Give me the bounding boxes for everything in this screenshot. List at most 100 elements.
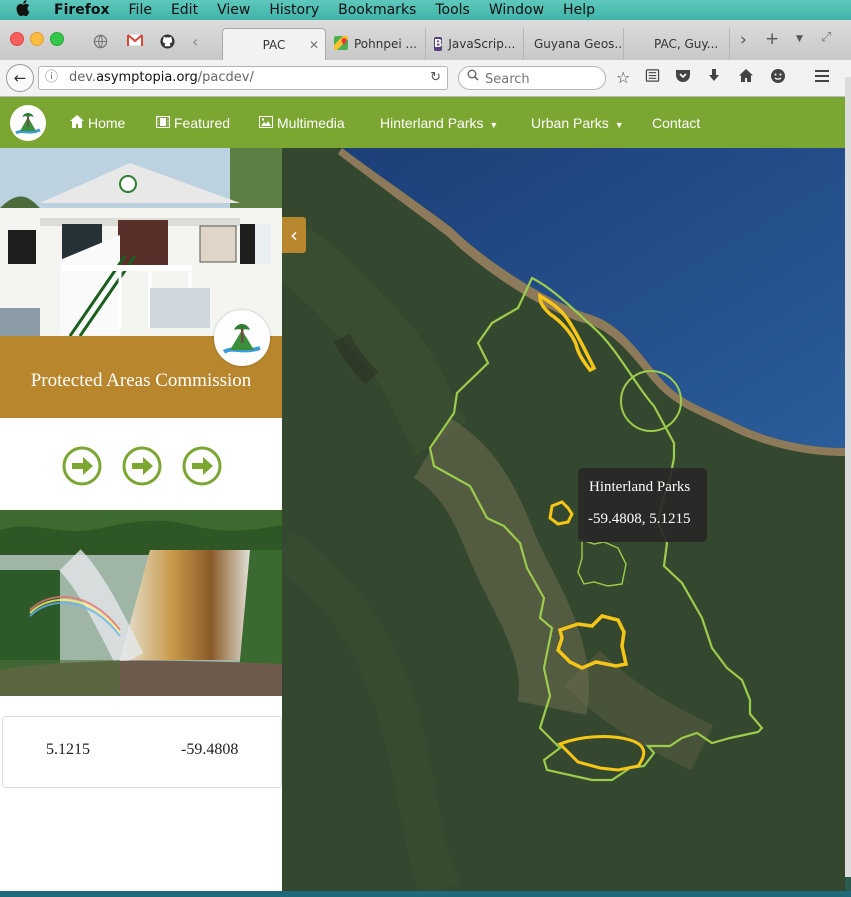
reading-list-icon[interactable] [645, 68, 660, 87]
headquarters-photo [0, 148, 282, 336]
download-icon[interactable] [707, 68, 721, 87]
search-input[interactable] [483, 69, 597, 89]
chevron-right-icon[interactable]: › [740, 30, 747, 50]
close-icon[interactable]: ✕ [309, 38, 319, 52]
map-tooltip: Hinterland Parks -59.4808, 5.1215 [578, 468, 707, 542]
home-icon [70, 115, 84, 131]
reload-icon[interactable]: ↻ [430, 67, 441, 89]
caret-down-icon: ▼ [489, 120, 499, 130]
tab-pac-label: PAC [262, 37, 286, 52]
arrow-button-3[interactable] [182, 446, 222, 486]
film-icon [156, 115, 170, 131]
back-button[interactable]: ← [6, 64, 34, 92]
smiley-feedback-icon[interactable] [770, 68, 786, 88]
tab-javascript-label: JavaScrip... [448, 37, 516, 51]
sidebar-collapse-button[interactable]: ‹ [282, 217, 306, 253]
info-icon[interactable]: ⓘ [45, 67, 58, 89]
window-right-edge [845, 77, 851, 877]
arrow-left-icon: ← [13, 69, 27, 87]
url-bar[interactable]: ⓘ dev.asymptopia.org/pacdev/ ↻ [38, 66, 448, 90]
nav-hinterland-parks[interactable]: Hinterland Parks ▼ [380, 115, 498, 131]
nav-featured[interactable]: Featured [156, 115, 230, 131]
bookmark-star-icon[interactable]: ☆ [616, 68, 630, 87]
menu-edit[interactable]: Edit [171, 2, 198, 18]
sidebar-panel: Protected Areas Commission 5.1215 -59.48… [0, 148, 282, 897]
arrow-button-2[interactable] [122, 446, 162, 486]
latitude-value: 5.1215 [46, 741, 90, 758]
arrow-right-circle-icon [62, 446, 102, 486]
sidebar-title: Protected Areas Commission [30, 370, 252, 391]
tab-pac-guyana-label: PAC, Guy... [654, 37, 719, 51]
globe-icon[interactable] [93, 34, 108, 53]
tab-pac[interactable]: PAC ✕ [222, 28, 326, 60]
desktop-background [0, 891, 851, 897]
menu-bookmarks[interactable]: Bookmarks [338, 2, 416, 18]
nav-multimedia[interactable]: Multimedia [259, 115, 345, 131]
url-domain: asymptopia.org [96, 70, 198, 85]
chevron-left-icon[interactable]: ‹ [192, 32, 198, 51]
caret-down-icon: ▼ [614, 120, 624, 130]
menu-history[interactable]: History [269, 2, 319, 18]
tab-list-icon[interactable]: ▼ [796, 34, 803, 44]
picture-icon [259, 115, 273, 131]
menu-window[interactable]: Window [489, 2, 544, 18]
url-prefix: dev. [69, 70, 97, 85]
arrow-button-row [0, 418, 282, 508]
tooltip-coordinates: -59.4808, 5.1215 [588, 511, 691, 527]
tooltip-title: Hinterland Parks [589, 479, 691, 495]
map-view[interactable] [282, 148, 845, 891]
tab-pohnpei[interactable]: Pohnpei ... [326, 28, 426, 60]
menu-tools[interactable]: Tools [435, 2, 470, 18]
google-maps-icon [334, 35, 348, 53]
arrow-right-circle-icon [122, 446, 162, 486]
website: Home Featured Multimedia Hinterland Park… [0, 97, 851, 897]
hamburger-menu-icon[interactable] [814, 68, 830, 87]
coordinates-panel: 5.1215 -59.4808 [2, 716, 282, 788]
menu-file[interactable]: File [129, 2, 152, 18]
search-box[interactable] [458, 66, 606, 90]
browser-window: ‹ PAC ✕ Pohnpei ... B JavaScrip... Guyan… [0, 20, 851, 897]
nav-multimedia-label: Multimedia [277, 115, 345, 131]
close-window-button[interactable] [10, 32, 24, 46]
browser-toolbar: ← ⓘ dev.asymptopia.org/pacdev/ ↻ ☆ [0, 60, 851, 97]
pac-logo[interactable] [10, 105, 46, 141]
nav-featured-label: Featured [174, 115, 231, 131]
satellite-map [282, 148, 845, 891]
github-icon[interactable] [160, 34, 175, 53]
nav-home-label: Home [88, 115, 126, 131]
new-tab-icon[interactable]: + [765, 29, 779, 49]
url-text: dev.asymptopia.org/pacdev/ [69, 67, 254, 89]
nav-hinterland-parks-label: Hinterland Parks [380, 115, 484, 131]
tab-guyana-geos-label: Guyana Geos... [534, 37, 624, 51]
pac-logo-badge [214, 310, 270, 366]
nav-contact[interactable]: Contact [652, 115, 700, 131]
waterfall-photo [0, 510, 282, 696]
tab-strip: ‹ PAC ✕ Pohnpei ... B JavaScrip... Guyan… [0, 20, 851, 61]
nav-contact-label: Contact [652, 115, 701, 131]
chevron-left-icon: ‹ [290, 223, 298, 247]
menu-firefox[interactable]: Firefox [54, 2, 110, 18]
zoom-window-button[interactable] [50, 32, 64, 46]
menu-view[interactable]: View [217, 2, 250, 18]
menu-help[interactable]: Help [563, 2, 595, 18]
arrow-button-1[interactable] [62, 446, 102, 486]
gmail-icon[interactable] [126, 33, 144, 51]
tab-guyana-geos[interactable]: Guyana Geos... [524, 28, 624, 60]
tab-javascript[interactable]: B JavaScrip... [426, 28, 524, 60]
nav-home[interactable]: Home [70, 115, 125, 131]
pocket-icon[interactable] [675, 68, 691, 87]
mac-menu-bar: Firefox File Edit View History Bookmarks… [0, 0, 851, 20]
bootstrap-icon: B [434, 37, 443, 51]
home-browser-icon[interactable] [738, 68, 754, 87]
nav-urban-parks[interactable]: Urban Parks ▼ [531, 115, 624, 131]
minimize-window-button[interactable] [30, 32, 44, 46]
tab-pohnpei-label: Pohnpei ... [354, 37, 417, 51]
apple-icon[interactable] [16, 0, 36, 20]
fullscreen-icon[interactable]: ⤢ [821, 30, 831, 45]
tab-pac-guyana[interactable]: PAC, Guy... [624, 28, 730, 60]
site-navbar: Home Featured Multimedia Hinterland Park… [0, 97, 851, 148]
longitude-value: -59.4808 [181, 741, 239, 758]
search-icon [467, 67, 479, 89]
url-path: /pacdev/ [197, 70, 254, 85]
nav-urban-parks-label: Urban Parks [531, 115, 609, 131]
